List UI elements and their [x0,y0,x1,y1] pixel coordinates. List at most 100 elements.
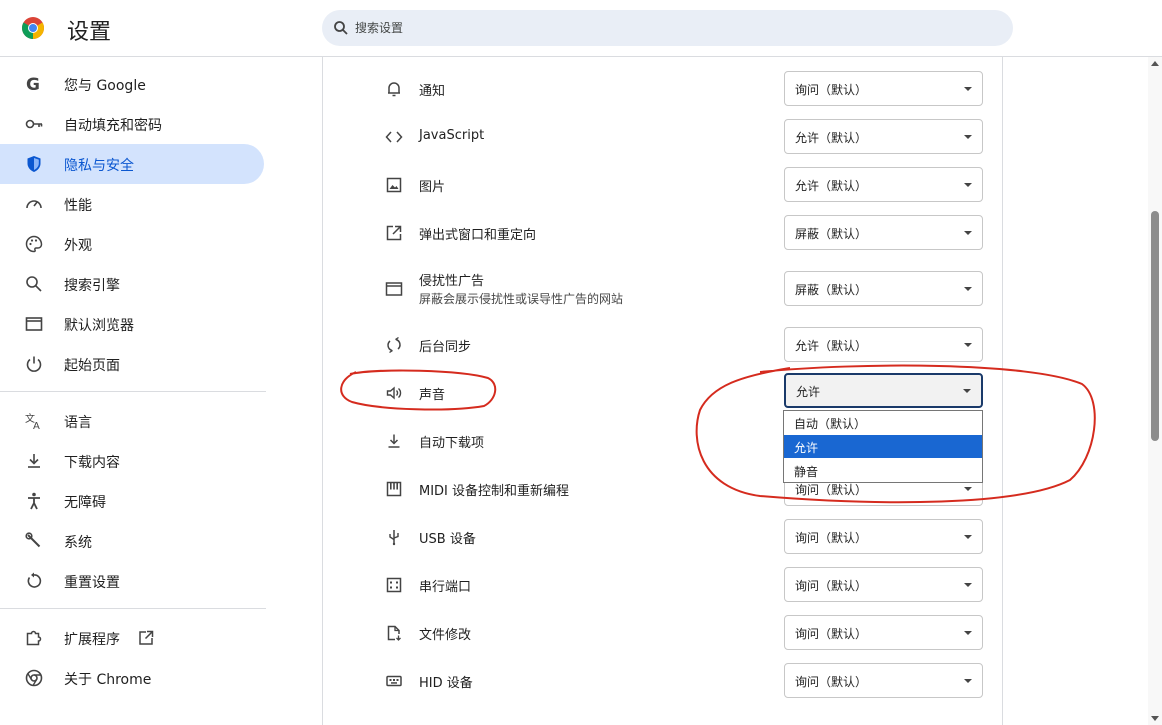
dropdown-arrow-icon [964,231,972,235]
intrusive-ads-select[interactable]: 屏蔽（默认） [784,271,983,306]
option-label: 自动（默认） [794,417,867,431]
sidebar-item-downloads[interactable]: 下载内容 [0,441,264,481]
sync-icon [387,336,401,354]
scroll-up-arrow-icon[interactable] [1151,61,1159,66]
search-icon [334,21,348,35]
download-icon [28,454,40,468]
javascript-select[interactable]: 允许（默认） [784,119,983,154]
dropdown-arrow-icon [964,487,972,491]
file-edit-icon [387,625,401,641]
browser-window-icon [25,317,43,331]
dropdown-arrow-icon [964,583,972,587]
sidebar-item-appearance[interactable]: 外观 [0,224,264,264]
permission-label: 自动下载项 [419,436,485,451]
dropdown-arrow-icon [964,183,972,187]
sidebar-item-label: 扩展程序 [64,632,120,648]
sidebar-divider [0,391,266,392]
shield-icon [27,156,41,172]
sidebar-item-startup[interactable]: 起始页面 [0,344,264,384]
sound-option-allow[interactable]: 允许 [784,435,982,458]
wrench-icon [25,532,41,548]
sound-option-auto[interactable]: 自动（默认） [784,411,982,434]
open-external-icon [386,225,402,241]
sidebar-item-autofill[interactable]: 自动填充和密码 [0,104,264,144]
sidebar-item-about[interactable]: 关于 Chrome [0,658,264,698]
usb-icon [389,530,399,546]
puzzle-icon [26,630,42,646]
chrome-logo-icon [22,17,44,39]
select-value: 允许（默认） [795,179,868,193]
dropdown-arrow-icon [964,535,972,539]
select-value: 允许（默认） [795,131,868,145]
background-sync-select[interactable]: 允许（默认） [784,327,983,362]
hid-device-icon [386,675,402,687]
sidebar-divider [0,608,266,609]
search-input[interactable] [355,18,995,38]
select-value: 屏蔽（默认） [795,227,868,241]
permission-label: HID 设备 [419,676,473,691]
usb-select[interactable]: 询问（默认） [784,519,983,554]
sidebar-item-performance[interactable]: 性能 [0,184,264,224]
site-permissions-card: 通知 询问（默认） JavaScript 允许（默认） 图片 允许（默认） 弹出… [322,57,1003,725]
sidebar-item-you-and-google[interactable]: G 您与 Google [0,64,264,104]
svg-text:A: A [33,421,40,431]
dropdown-arrow-icon [964,135,972,139]
sidebar-item-label: 重置设置 [64,575,120,591]
permission-label: 后台同步 [419,340,472,355]
scroll-down-arrow-icon[interactable] [1151,716,1159,721]
file-editing-select[interactable]: 询问（默认） [784,615,983,650]
images-select[interactable]: 允许（默认） [784,167,983,202]
accessibility-icon [28,492,40,510]
sidebar-item-label: 下载内容 [64,455,120,471]
dropdown-arrow-icon [964,343,972,347]
page-title: 设置 [67,20,112,45]
select-value: 屏蔽（默认） [795,283,868,297]
select-value: 询问（默认） [795,579,868,593]
select-value: 询问（默认） [795,83,868,97]
sidebar-item-extensions[interactable]: 扩展程序 [0,618,264,658]
permission-label: 图片 [419,180,446,195]
select-value: 询问（默认） [795,627,868,641]
dropdown-arrow-icon [964,679,972,683]
scrollbar[interactable] [1148,57,1162,725]
select-value: 允许（默认） [795,339,868,353]
sidebar-item-label: 语言 [64,415,92,431]
permission-label: JavaScript [419,128,485,143]
sidebar-item-search-engine[interactable]: 搜索引擎 [0,264,264,304]
notifications-select[interactable]: 询问（默认） [784,71,983,106]
select-value: 询问（默认） [795,675,868,689]
sidebar-item-label: 您与 Google [64,78,146,94]
google-g-icon: G [26,75,40,94]
sidebar-item-accessibility[interactable]: 无障碍 [0,481,264,521]
reset-icon [27,572,42,588]
sound-select[interactable]: 允许 [784,373,983,408]
permission-label: USB 设备 [419,532,476,547]
sound-option-mute[interactable]: 静音 [784,459,982,482]
header: 设置 [0,0,1162,57]
serial-ports-select[interactable]: 询问（默认） [784,567,983,602]
sidebar-item-default-browser[interactable]: 默认浏览器 [0,304,264,344]
sidebar-item-label: 外观 [64,238,92,254]
sidebar-item-system[interactable]: 系统 [0,521,264,561]
permission-label: 串行端口 [419,580,472,595]
code-icon [385,131,403,143]
sidebar-item-reset[interactable]: 重置设置 [0,561,264,601]
power-icon [26,356,42,372]
bell-icon [388,82,400,97]
scroll-thumb[interactable] [1151,211,1159,441]
sidebar-item-label: 关于 Chrome [64,672,152,688]
permission-label: 声音 [419,388,446,403]
sidebar-item-languages[interactable]: 文A 语言 [0,401,264,441]
select-value: 允许 [796,385,821,399]
sidebar-item-label: 起始页面 [64,358,120,374]
popups-select[interactable]: 屏蔽（默认） [784,215,983,250]
chrome-icon [25,669,43,687]
svg-text:G: G [26,75,40,94]
permission-label: MIDI 设备控制和重新编程 [419,484,570,499]
search-box[interactable] [322,10,1013,46]
sidebar-item-label: 搜索引擎 [64,278,120,294]
serial-port-icon [386,577,402,593]
hid-devices-select[interactable]: 询问（默认） [784,663,983,698]
permission-label: 侵扰性广告 [419,274,485,289]
sidebar-item-privacy[interactable]: 隐私与安全 [0,144,264,184]
